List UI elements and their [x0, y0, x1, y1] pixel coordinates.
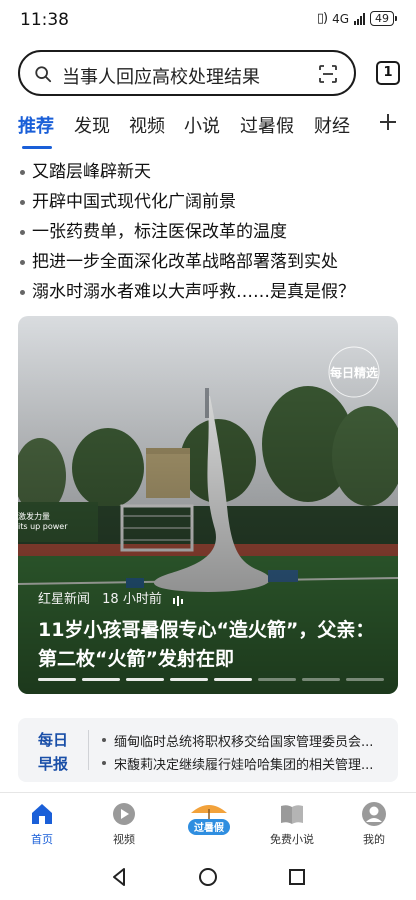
card-meta: 红星新闻 18 小时前: [38, 588, 184, 607]
status-bar: 11:38 ▯) 4G 49: [0, 0, 416, 40]
tab-video[interactable]: 视频: [129, 112, 165, 138]
home-icon: [32, 804, 52, 824]
summer-promo-icon[interactable]: 过暑假: [182, 793, 236, 847]
carousel-indicator: [38, 678, 384, 681]
editor-choice-badge: 每日精选: [328, 346, 380, 398]
nav-novel[interactable]: 免费小说: [262, 801, 322, 847]
headline-text: 一张药费单，标注医保改革的温度: [32, 222, 287, 242]
search-icon: [35, 66, 52, 83]
status-icons: ▯) 4G 49: [316, 11, 397, 26]
bullet-dot: [20, 230, 25, 235]
search-box[interactable]: 当事人回应高校处理结果: [18, 50, 356, 96]
time-ago: 18 小时前: [102, 592, 162, 607]
headline-list: 又踏层峰辟新天 开辟中国式现代化广阔前景 一张药费单，标注医保改革的温度 把进一…: [18, 160, 400, 310]
home-circle-icon[interactable]: [197, 866, 219, 888]
daily-brief-logo: 每日 早报: [38, 731, 68, 773]
tab-count-button[interactable]: 1: [376, 61, 400, 85]
bullet-dot: [20, 200, 25, 205]
signal-icon: [354, 12, 365, 25]
svg-text:每日: 每日: [38, 731, 68, 749]
tab-recommend[interactable]: 推荐: [18, 112, 54, 138]
headline-text: 溺水时溺水者难以大声呼救……是真是假？: [32, 282, 355, 302]
bottom-nav: 首页 视频 过暑假 免费小说 我的: [0, 792, 416, 854]
system-nav-bar: [0, 856, 416, 900]
headline-item[interactable]: 又踏层峰辟新天: [18, 160, 400, 190]
daily-brief-card[interactable]: 每日 早报 缅甸临时总统将职权移交给国家管理委员会... 宋馥莉决定继续履行娃哈…: [18, 718, 398, 782]
svg-text:过暑假: 过暑假: [194, 821, 225, 834]
news-source: 红星新闻: [38, 592, 91, 607]
bullet-dot: [20, 290, 25, 295]
tab-summer[interactable]: 过暑假: [240, 112, 294, 138]
svg-text:每日精选: 每日精选: [330, 365, 378, 380]
nav-home[interactable]: 首页: [12, 801, 72, 847]
bullet-dot: [20, 170, 25, 175]
headline-text: 把进一步全面深化改革战略部署落到实处: [32, 252, 338, 272]
recents-icon[interactable]: [286, 866, 308, 888]
tab-discover[interactable]: 发现: [74, 112, 110, 138]
search-row: 当事人回应高校处理结果 1: [18, 50, 400, 96]
daily-item[interactable]: 缅甸临时总统将职权移交给国家管理委员会...: [102, 731, 384, 750]
battery-indicator: 49: [370, 11, 397, 26]
book-icon: [281, 805, 303, 824]
banner-text: 激发力量 its up power: [18, 512, 68, 531]
active-tab-indicator: [22, 146, 52, 149]
headline-item[interactable]: 一张药费单，标注医保改革的温度: [18, 220, 400, 250]
svg-text:早报: 早报: [38, 755, 68, 773]
profile-icon: [362, 802, 386, 826]
audio-wave-icon: [172, 595, 183, 606]
network-type: 4G: [332, 11, 349, 26]
vibrate-icon: ▯): [316, 11, 328, 26]
nav-profile[interactable]: 我的: [344, 801, 404, 847]
status-time: 11:38: [20, 10, 69, 30]
bullet-dot: [20, 260, 25, 265]
feature-news-card[interactable]: 每日精选 激发力量 its up power 红星新闻 18 小时前 11岁小孩…: [18, 316, 398, 694]
play-icon: [113, 803, 135, 825]
daily-item[interactable]: 宋馥莉决定继续履行娃哈哈集团的相关管理...: [102, 754, 384, 773]
headline-item[interactable]: 溺水时溺水者难以大声呼救……是真是假？: [18, 280, 400, 310]
tab-novel[interactable]: 小说: [184, 112, 220, 138]
headline-text: 又踏层峰辟新天: [32, 162, 151, 182]
headline-item[interactable]: 开辟中国式现代化广阔前景: [18, 190, 400, 220]
back-icon[interactable]: [108, 866, 130, 888]
headline-text: 开辟中国式现代化广阔前景: [32, 192, 236, 212]
add-channel-icon[interactable]: [378, 112, 398, 132]
headline-item[interactable]: 把进一步全面深化改革战略部署落到实处: [18, 250, 400, 280]
scan-icon[interactable]: [318, 64, 338, 84]
search-input[interactable]: 当事人回应高校处理结果: [62, 63, 260, 89]
nav-video[interactable]: 视频: [94, 801, 154, 847]
tab-finance[interactable]: 财经: [314, 112, 350, 138]
feature-title: 11岁小孩哥暑假专心“造火箭”，父亲：第二枚“火箭”发射在即: [38, 619, 375, 670]
channel-tabs: 推荐 发现 视频 小说 过暑假 财经: [18, 110, 400, 150]
divider: [88, 730, 89, 770]
